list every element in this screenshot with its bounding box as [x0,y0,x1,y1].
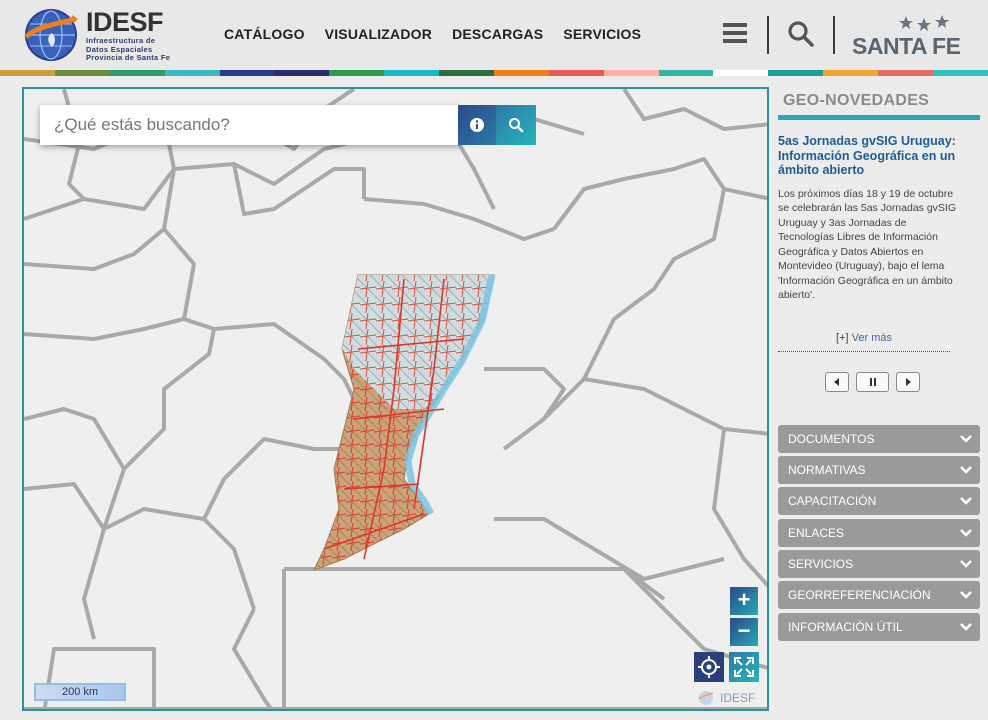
map-viewer[interactable]: + − 200 km IDESF [22,87,769,711]
chevron-down-icon [960,623,972,631]
see-more-label[interactable]: Ver más [852,332,892,344]
panel-title: GEO-NOVEDADES [783,92,930,109]
accordion-label: DOCUMENTOS [788,432,875,446]
stripe-segment [493,70,549,76]
accordion-normativas[interactable]: NORMATIVAS [778,456,980,484]
santa-fe-brand[interactable]: SANTA FE [852,14,968,60]
accordion-label: INFORMACIÓN ÚTIL [788,620,903,634]
accordion-label: GEORREFERENCIACIÓN [788,588,931,602]
credit-text: IDESF [720,691,756,705]
logo-subtitle: Infraestructura de Datos Espaciales Prov… [86,36,206,63]
stripe-segment [329,70,385,76]
zoom-out-button[interactable]: − [730,618,758,646]
pause-button[interactable] [856,372,889,392]
header-divider [767,16,769,54]
crosshair-icon [698,656,720,678]
stripe-segment [54,70,110,76]
search-input[interactable] [40,105,460,145]
accordion-label: ENLACES [788,526,845,540]
stripe-segment [164,70,220,76]
main-nav: CATÁLOGO VISUALIZADOR DESCARGAS SERVICIO… [224,26,641,42]
santa-fe-text: SANTA FE [852,33,961,59]
idesf-logo[interactable]: IDESF Infraestructura de Datos Espaciale… [22,6,182,64]
map-credit: IDESF [698,690,755,706]
search-button[interactable] [496,105,536,145]
see-more-link[interactable]: [+] Ver más [778,332,950,344]
dotted-divider [778,351,950,352]
nav-servicios[interactable]: SERVICIOS [563,26,641,42]
chevron-down-icon [960,466,972,474]
accordion-informacion-util[interactable]: INFORMACIÓN ÚTIL [778,613,980,641]
stripe-segment [713,70,769,76]
map-canvas[interactable] [24,89,769,711]
zoom-in-button[interactable]: + [730,587,758,615]
stripe-segment [823,70,878,76]
chevron-down-icon [960,435,972,443]
chevron-down-icon [960,529,972,537]
stripe-segment [603,70,659,76]
geo-news-panel: GEO-NOVEDADES 5as Jornadas gvSIG Uruguay… [778,87,980,641]
stripe-segment [878,70,933,76]
logo-title: IDESF [86,7,164,37]
stripe-segment [274,70,330,76]
stripe-segment [384,70,439,76]
nav-descargas[interactable]: DESCARGAS [452,26,543,42]
search-icon [509,118,524,133]
scale-bar: 200 km [34,683,126,701]
info-button[interactable] [458,105,496,145]
search-icon[interactable] [787,20,815,48]
stripe-segment [439,70,494,76]
prev-button[interactable] [825,372,849,392]
header: IDESF Infraestructura de Datos Espaciale… [0,0,988,70]
see-more-prefix: [+] [836,332,849,344]
stripe-segment [768,70,824,76]
news-body: Los próximos días 18 y 19 de octubre se … [778,187,957,302]
accordion-enlaces[interactable]: ENLACES [778,519,980,547]
stripe-segment [932,70,988,76]
idesf-mini-logo-icon [698,691,714,705]
stripe-segment [109,70,165,76]
triangle-right-icon [906,378,911,386]
stripe-segment [658,70,714,76]
accordion-documentos[interactable]: DOCUMENTOS [778,425,980,453]
header-divider [833,16,835,54]
accordion-label: CAPACITACIÓN [788,494,877,508]
globe-logo-icon [24,9,78,61]
locate-button[interactable] [694,652,724,682]
logo-sub-line: Provincia de Santa Fe [86,53,171,62]
news-title[interactable]: 5as Jornadas gvSIG Uruguay: Información … [778,134,958,178]
hamburger-menu-icon[interactable] [722,20,748,46]
nav-catalogo[interactable]: CATÁLOGO [224,26,305,42]
news-pager [825,372,920,392]
accordion-georreferenciacion[interactable]: GEORREFERENCIACIÓN [778,581,980,609]
stripe-segment [219,70,275,76]
pause-icon [869,378,876,386]
stripe-segment [0,70,55,76]
info-icon [470,118,484,132]
next-button[interactable] [896,372,920,392]
search-bar [40,105,460,145]
stripe-segment [548,70,604,76]
chevron-down-icon [960,560,972,568]
accordion-servicios[interactable]: SERVICIOS [778,550,980,578]
color-stripe [0,70,988,76]
triangle-left-icon [834,378,839,386]
chevron-down-icon [960,591,972,599]
accordion-capacitacion[interactable]: CAPACITACIÓN [778,487,980,515]
accordion-label: NORMATIVAS [788,463,866,477]
fullscreen-icon [734,657,754,677]
chevron-down-icon [960,497,972,505]
fullscreen-button[interactable] [729,652,759,682]
accordion-label: SERVICIOS [788,557,854,571]
nav-visualizador[interactable]: VISUALIZADOR [325,26,432,42]
panel-divider [778,115,980,120]
